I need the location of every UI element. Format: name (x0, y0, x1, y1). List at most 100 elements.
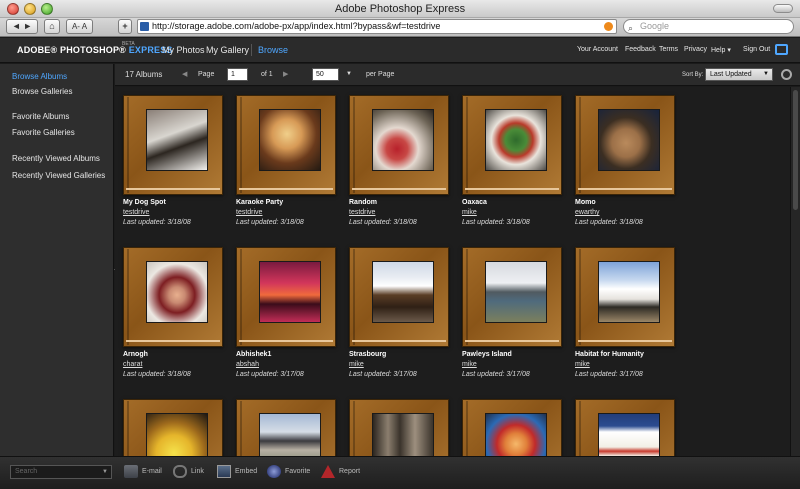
nav-my-photos[interactable]: My Photos (162, 45, 205, 55)
browser-search-input[interactable]: ⌕ Google (623, 19, 794, 34)
album-cover[interactable] (123, 95, 223, 195)
address-bar[interactable]: http://storage.adobe.com/adobe-px/app/in… (137, 19, 617, 34)
album-title[interactable]: Arnogh (123, 351, 148, 358)
album-owner-link[interactable]: abshah (236, 361, 259, 368)
album-cover[interactable] (349, 247, 449, 347)
album-cover[interactable] (575, 247, 675, 347)
album-updated: Last updated: 3/18/08 (462, 219, 530, 226)
privacy-link[interactable]: Privacy (684, 46, 707, 53)
sort-by-select[interactable]: Last Updated ▼ (705, 68, 773, 81)
chevron-down-icon[interactable]: ▼ (102, 466, 108, 478)
album-owner-link[interactable]: mike (462, 361, 477, 368)
album-thumbnail[interactable] (485, 109, 547, 171)
album-thumbnail[interactable] (259, 261, 321, 323)
text-size-button[interactable]: A‑ A (66, 19, 93, 34)
page-number-input[interactable]: 1 (227, 68, 248, 81)
vertical-scrollbar[interactable] (790, 87, 800, 456)
fullscreen-icon[interactable] (775, 44, 788, 55)
album-thumbnail[interactable] (372, 109, 434, 171)
sidebar-item-favorite-albums[interactable]: Favorite Albums (12, 112, 69, 121)
window-title: Adobe Photoshop Express (334, 3, 466, 15)
toolbar-toggle-icon[interactable] (773, 4, 793, 13)
feedback-link[interactable]: Feedback (625, 46, 656, 53)
album-cover[interactable] (575, 399, 675, 456)
album-cover[interactable] (575, 95, 675, 195)
album-thumbnail[interactable] (146, 413, 208, 456)
embed-label: Embed (235, 468, 258, 475)
album-cover[interactable] (349, 95, 449, 195)
next-page-icon[interactable]: ▶ (283, 70, 288, 78)
home-icon[interactable]: ⌂ (44, 19, 60, 34)
sidebar-item-recently-viewed-galleries[interactable]: Recently Viewed Galleries (12, 171, 105, 180)
album-title[interactable]: Pawleys Island (462, 351, 512, 358)
album-cover[interactable] (236, 399, 336, 456)
back-forward-button[interactable]: ◄ ► (6, 19, 38, 34)
sidebar-item-favorite-galleries[interactable]: Favorite Galleries (12, 128, 75, 137)
album-owner-link[interactable]: mike (349, 361, 364, 368)
album-updated: Last updated: 3/17/08 (236, 371, 304, 378)
album-thumbnail[interactable] (372, 413, 434, 456)
album-thumbnail[interactable] (259, 413, 321, 456)
sidebar-item-recently-viewed-albums[interactable]: Recently Viewed Albums (12, 154, 100, 163)
album-cover[interactable] (349, 399, 449, 456)
album-owner-link[interactable]: mike (575, 361, 590, 368)
album-title[interactable]: Random (349, 199, 377, 206)
scrollbar-thumb[interactable] (793, 90, 798, 210)
album-thumbnail[interactable] (146, 261, 208, 323)
new-tab-button[interactable]: + (118, 19, 132, 34)
album-thumbnail[interactable] (598, 109, 660, 171)
album-cover[interactable] (123, 247, 223, 347)
sidebar-item-browse-galleries[interactable]: Browse Galleries (12, 87, 72, 96)
album-thumbnail[interactable] (485, 413, 547, 456)
album-owner-link[interactable]: testdrive (236, 209, 262, 216)
album-updated: Last updated: 3/18/08 (575, 219, 643, 226)
nav-browse[interactable]: Browse (258, 45, 288, 55)
rss-icon[interactable] (604, 22, 613, 31)
window-titlebar: Adobe Photoshop Express (0, 0, 800, 18)
email-label: E-mail (142, 468, 162, 475)
your-account-link[interactable]: Your Account (577, 46, 618, 53)
sidebar-item-browse-albums[interactable]: Browse Albums (12, 72, 67, 81)
album-title[interactable]: Oaxaca (462, 199, 487, 206)
album-thumbnail[interactable] (259, 109, 321, 171)
album-title[interactable]: Karaoke Party (236, 199, 283, 206)
album-thumbnail[interactable] (372, 261, 434, 323)
album-updated: Last updated: 3/18/08 (236, 219, 304, 226)
terms-link[interactable]: Terms (659, 46, 678, 53)
refresh-icon[interactable] (781, 69, 792, 80)
album-cover[interactable] (236, 247, 336, 347)
album-title[interactable]: Abhishek1 (236, 351, 271, 358)
album-title[interactable]: My Dog Spot (123, 199, 166, 206)
album-title[interactable]: Habitat for Humanity (575, 351, 644, 358)
album-owner-link[interactable]: ewarthy (575, 209, 600, 216)
album-thumbnail[interactable] (598, 413, 660, 456)
site-favicon-icon (140, 22, 149, 31)
album-updated: Last updated: 3/17/08 (349, 371, 417, 378)
nav-my-gallery[interactable]: My Gallery (206, 45, 249, 55)
album-title[interactable]: Momo (575, 199, 596, 206)
album-cover[interactable] (123, 399, 223, 456)
sign-out-link[interactable]: Sign Out (743, 46, 770, 53)
album-cover[interactable] (462, 95, 562, 195)
album-owner-link[interactable]: testdrive (349, 209, 375, 216)
album-owner-link[interactable]: charat (123, 361, 142, 368)
help-menu[interactable]: Help ▾ (711, 46, 731, 54)
album-cover[interactable] (236, 95, 336, 195)
album-cover[interactable] (462, 399, 562, 456)
previous-page-icon[interactable]: ◀ (182, 70, 187, 78)
report-icon (321, 465, 335, 478)
brand-logo[interactable]: ADOBE® PHOTOSHOP® EXPRESS (17, 45, 173, 55)
per-page-select[interactable]: 50 (312, 68, 339, 81)
footer-search-input[interactable]: Search ▼ (10, 465, 112, 479)
album-thumbnail[interactable] (485, 261, 547, 323)
album-owner-link[interactable]: mike (462, 209, 477, 216)
album-thumbnail[interactable] (598, 261, 660, 323)
album-title[interactable]: Strasbourg (349, 351, 386, 358)
email-icon (124, 465, 138, 478)
album-owner-link[interactable]: testdrive (123, 209, 149, 216)
per-page-dropdown-icon[interactable]: ▼ (346, 71, 352, 77)
album-thumbnail[interactable] (146, 109, 208, 171)
album-grid: My Dog Spot testdrive Last updated: 3/18… (115, 87, 790, 456)
album-cover[interactable] (462, 247, 562, 347)
album-count: 17 Albums (125, 70, 163, 79)
